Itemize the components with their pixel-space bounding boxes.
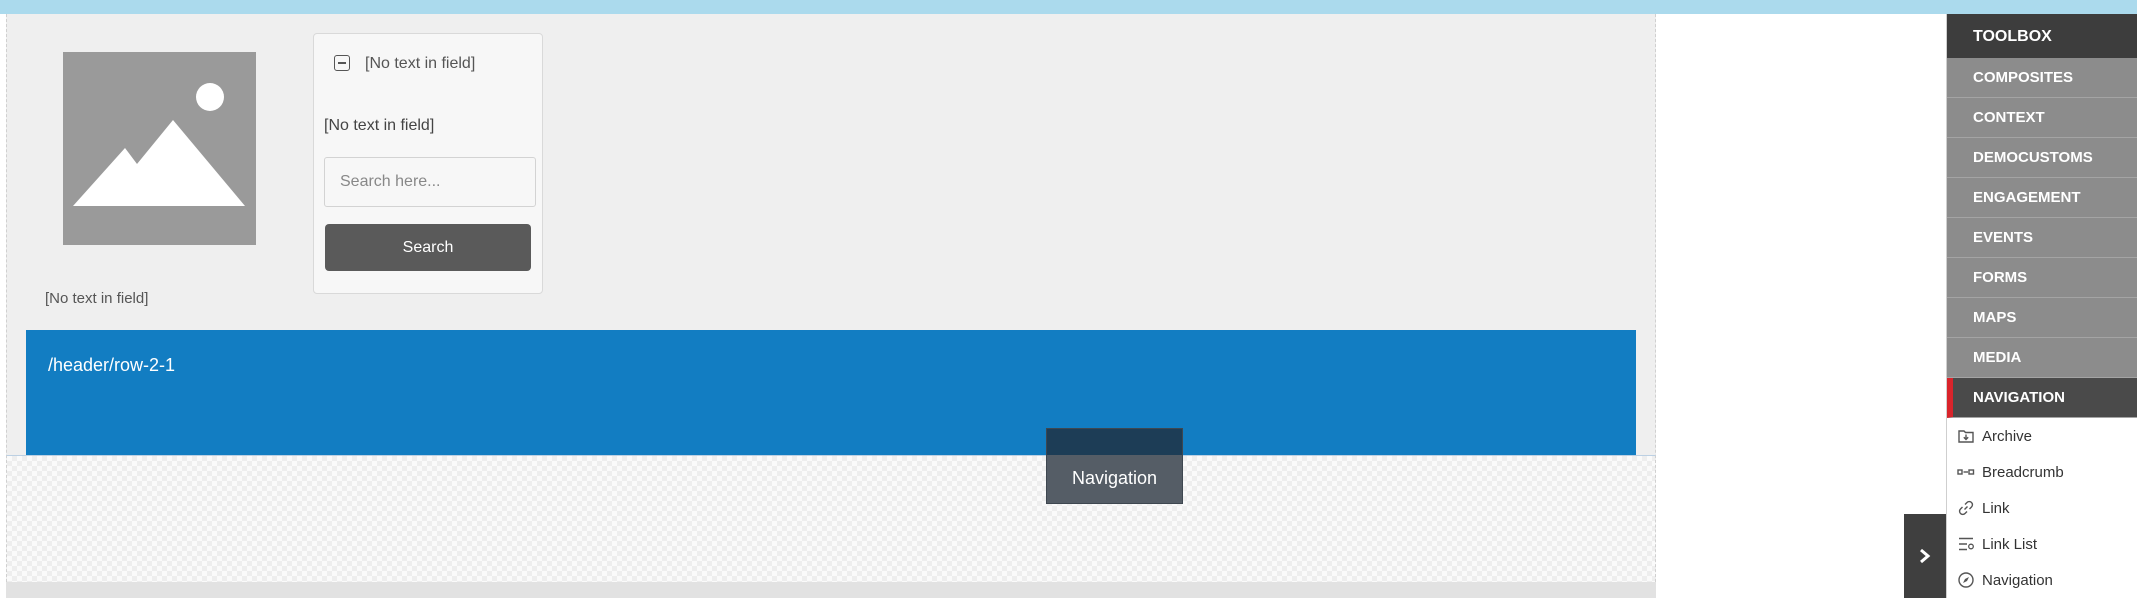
toolbox-category-media[interactable]: MEDIA [1947, 338, 2137, 378]
toolbox-panel: TOOLBOX COMPOSITES CONTEXT DEMOCUSTOMS E… [1946, 14, 2137, 598]
panel-text[interactable]: [No text in field] [324, 117, 434, 135]
search-input[interactable] [324, 157, 536, 207]
image-caption[interactable]: [No text in field] [45, 290, 148, 307]
toolbox-item-breadcrumb[interactable]: Breadcrumb [1947, 454, 2137, 490]
toolbox-item-label: Link List [1982, 535, 2038, 553]
toolbox-category-maps[interactable]: MAPS [1947, 298, 2137, 338]
collapse-icon[interactable] [334, 55, 350, 71]
toolbox-category-navigation[interactable]: NAVIGATION [1947, 378, 2137, 418]
toolbox-item-label: Breadcrumb [1982, 463, 2064, 481]
bottom-strip [6, 582, 1656, 598]
drag-tooltip: Navigation [1046, 428, 1183, 504]
link-list-icon [1959, 537, 1974, 551]
breadcrumb-icon [1957, 469, 1975, 475]
top-bar [0, 0, 2137, 14]
empty-placeholder-zone[interactable] [6, 455, 1656, 582]
search-button[interactable]: Search [325, 224, 531, 271]
toolbox-category-forms[interactable]: FORMS [1947, 258, 2137, 298]
image-placeholder-icon [73, 83, 245, 206]
toolbox-item-label: Archive [1982, 427, 2033, 445]
image-placeholder[interactable] [63, 52, 256, 245]
drag-tooltip-header [1047, 429, 1182, 455]
toolbox-item-archive[interactable]: Archive [1947, 418, 2137, 454]
toolbox-item-link-list[interactable]: Link List [1947, 526, 2137, 562]
toolbox-toggle-button[interactable] [1904, 514, 1947, 598]
navigation-icon [1958, 572, 1974, 588]
drag-tooltip-label: Navigation [1071, 468, 1158, 488]
toolbox-category-democustoms[interactable]: DEMOCUSTOMS [1947, 138, 2137, 178]
archive-icon [1958, 430, 1974, 443]
toolbox-category-events[interactable]: EVENTS [1947, 218, 2137, 258]
panel-title[interactable]: [No text in field] [365, 55, 475, 73]
toolbox-item-label: Navigation [1982, 571, 2053, 589]
link-icon [1958, 500, 1974, 516]
toolbox-category-composites[interactable]: COMPOSITES [1947, 58, 2137, 98]
search-panel: [No text in field] [No text in field] Se… [313, 33, 543, 294]
toolbox-item-label: Link [1982, 499, 2010, 517]
toolbox-item-navigation[interactable]: Navigation [1947, 562, 2137, 598]
toolbox-title: TOOLBOX [1947, 14, 2137, 58]
chevron-right-icon [1920, 548, 1931, 564]
toolbox-item-link[interactable]: Link [1947, 490, 2137, 526]
toolbox-category-engagement[interactable]: ENGAGEMENT [1947, 178, 2137, 218]
row-path-label: /header/row-2-1 [48, 355, 176, 375]
header-row[interactable]: /header/row-2-1 [26, 330, 1636, 455]
toolbox-category-context[interactable]: CONTEXT [1947, 98, 2137, 138]
